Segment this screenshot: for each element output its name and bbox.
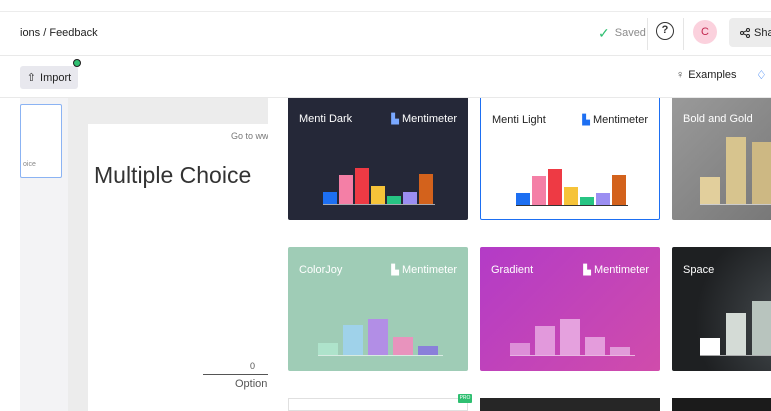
theme-bar: [516, 193, 530, 205]
examples-button[interactable]: ♀ Examples: [676, 69, 737, 81]
theme-bar: [403, 192, 417, 204]
theme-bar: [318, 343, 338, 355]
theme-card[interactable]: Menti Dark ▙ Mentimeter: [288, 98, 468, 220]
theme-card-partial[interactable]: [288, 398, 468, 411]
theme-name: Gradient: [491, 264, 534, 276]
theme-drop-icon[interactable]: ♢: [756, 68, 767, 82]
lightbulb-icon: ♀: [676, 69, 685, 81]
notification-dot: [73, 59, 81, 67]
theme-brand: ▙ Mentimeter: [391, 264, 457, 276]
theme-brand: ▙ Mentimeter: [582, 114, 648, 126]
theme-bar: [700, 338, 720, 355]
theme-card-partial[interactable]: [672, 398, 771, 411]
import-button[interactable]: ⇧ Import: [20, 66, 78, 89]
slide-thumbnail-label: oice: [23, 161, 36, 168]
slide-thumbnail[interactable]: oice: [20, 104, 62, 178]
theme-baseline: [700, 355, 771, 356]
theme-brand: ▙ Mentimeter: [391, 113, 457, 125]
toolbar: ⇧ Import ♀ Examples ♢: [0, 56, 771, 98]
theme-bar: [371, 186, 385, 204]
theme-name: Menti Light: [492, 114, 546, 126]
theme-card[interactable]: Gradient ▙ Mentimeter: [480, 247, 660, 371]
slide-sidebar: oice: [20, 98, 68, 411]
saved-status: ✓ Saved: [598, 26, 646, 40]
top-strip: [0, 0, 771, 12]
presentation-editor: ions / Feedback ✓ Saved ? C Shar ⇧ Impor…: [0, 0, 771, 411]
slide-canvas: [68, 98, 278, 411]
theme-brand-label: Mentimeter: [401, 264, 457, 276]
mentimeter-logo-icon: ▙: [391, 113, 399, 125]
theme-card-partial[interactable]: [480, 398, 660, 411]
theme-bar: [535, 326, 555, 355]
mentimeter-logo-icon: ▙: [391, 264, 399, 276]
theme-card[interactable]: ColorJoy ▙ Mentimeter: [288, 247, 468, 371]
theme-bar: [355, 168, 369, 204]
share-label: Shar: [754, 26, 771, 39]
theme-bar: [532, 176, 546, 205]
theme-bar: [580, 197, 594, 205]
theme-brand-label: Mentimeter: [592, 114, 648, 126]
help-icon[interactable]: ?: [656, 22, 674, 40]
header-bar: ions / Feedback ✓ Saved ? C Shar: [0, 12, 771, 56]
check-icon: ✓: [598, 25, 610, 41]
goto-instructions: Go to ww: [231, 131, 269, 141]
theme-bar: [752, 142, 771, 204]
saved-label: Saved: [614, 27, 646, 39]
slide-title: Multiple Choice: [94, 162, 252, 188]
theme-baseline: [510, 355, 635, 356]
theme-bar: [323, 192, 337, 204]
theme-bar: [596, 193, 610, 205]
theme-name: Space: [683, 264, 715, 276]
share-button[interactable]: Shar: [729, 18, 771, 47]
mentimeter-logo-icon: ▙: [583, 264, 591, 276]
theme-bar: [752, 301, 771, 355]
theme-bar: [419, 174, 433, 204]
theme-bar: [418, 346, 438, 355]
header-divider: [647, 18, 648, 50]
theme-bar: [368, 319, 388, 355]
theme-name: Menti Dark: [299, 113, 353, 125]
theme-card[interactable]: Bold and Gold: [672, 98, 771, 220]
theme-bar: [393, 337, 413, 355]
theme-card[interactable]: Menti Light ▙ Mentimeter: [480, 98, 660, 220]
theme-bar: [585, 337, 605, 355]
upload-icon: ⇧: [26, 72, 37, 84]
axis-value: 0: [250, 361, 256, 371]
share-icon: [740, 27, 750, 38]
theme-bar: [387, 196, 401, 204]
theme-bar: [343, 325, 363, 355]
theme-baseline: [323, 204, 435, 205]
option-label: Option: [235, 378, 268, 390]
pro-badge: PRO: [458, 394, 472, 403]
theme-panel: Menti Dark ▙ Mentimeter Menti Light ▙ Mentime…: [268, 98, 771, 411]
theme-bar: [339, 175, 353, 204]
theme-brand-label: Mentimeter: [593, 264, 649, 276]
theme-baseline: [318, 355, 443, 356]
theme-bar: [548, 169, 562, 205]
import-label: Import: [40, 71, 72, 84]
mentimeter-logo-icon: ▙: [582, 114, 590, 126]
theme-bar: [612, 175, 626, 205]
theme-bar: [610, 347, 630, 355]
theme-bar: [560, 319, 580, 355]
theme-card[interactable]: Space: [672, 247, 771, 371]
theme-bar: [564, 187, 578, 205]
theme-name: Bold and Gold: [683, 113, 753, 125]
theme-name: ColorJoy: [299, 264, 343, 276]
theme-brand: ▙ Mentimeter: [583, 264, 649, 276]
header-divider: [683, 18, 684, 50]
theme-bar: [510, 343, 530, 355]
examples-label: Examples: [688, 69, 737, 81]
theme-bar: [726, 137, 746, 204]
theme-baseline: [700, 204, 771, 205]
avatar[interactable]: C: [693, 20, 717, 44]
theme-brand-label: Mentimeter: [401, 113, 457, 125]
breadcrumb[interactable]: ions / Feedback: [20, 27, 98, 39]
theme-bar: [700, 177, 720, 204]
theme-baseline: [516, 205, 628, 206]
theme-bar: [726, 313, 746, 355]
